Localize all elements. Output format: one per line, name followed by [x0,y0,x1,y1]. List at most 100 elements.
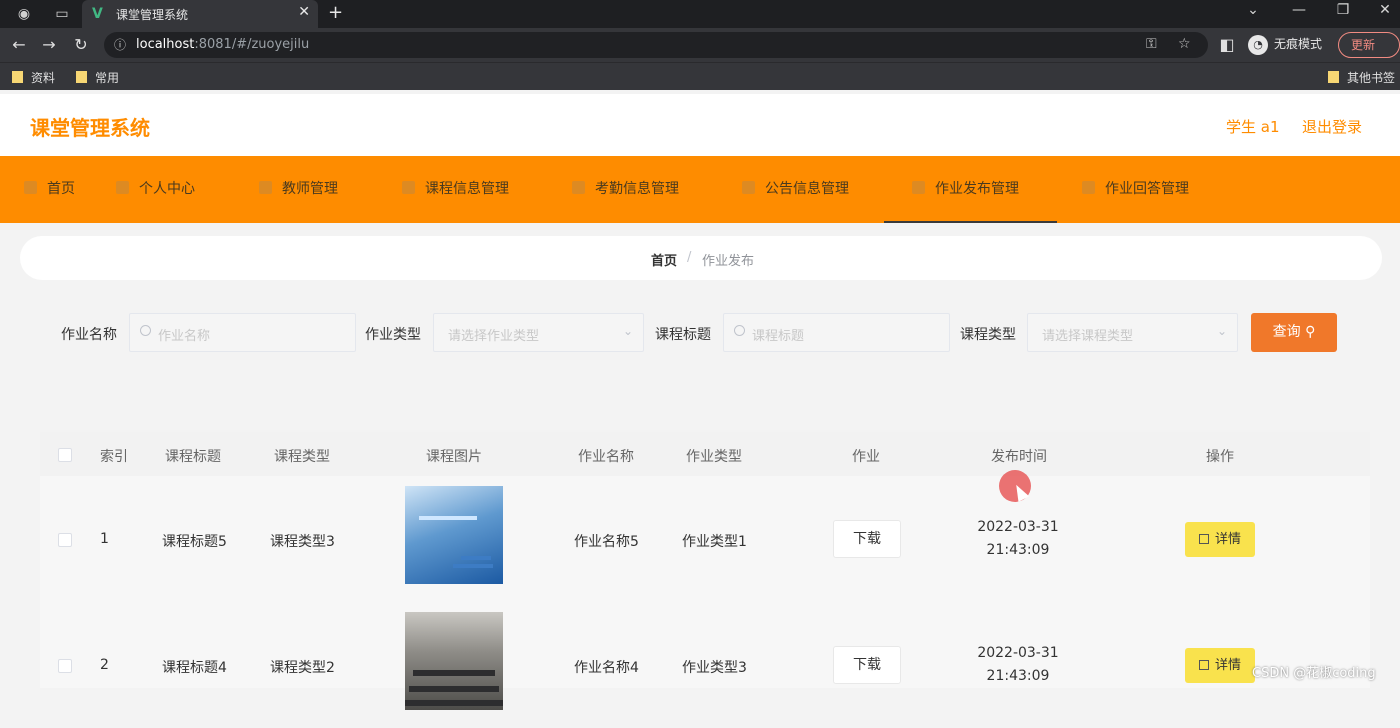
chevron-down-icon: ⌄ [1216,324,1227,338]
reload-icon[interactable]: ↻ [70,34,92,56]
row-checkbox[interactable] [58,533,72,547]
logout-link[interactable]: 退出登录 [1302,116,1362,137]
col-course-type: 课程类型 [274,449,330,465]
cell-homework-name: 作业名称4 [574,660,639,676]
select-all-checkbox[interactable] [58,448,72,462]
menu-item-notices[interactable]: 公告信息管理 [742,156,849,223]
close-tab-icon[interactable]: ✕ [298,4,310,20]
chevron-down-icon: ⌄ [622,324,633,338]
globe-icon[interactable]: ◉ [14,4,34,24]
breadcrumb-home[interactable]: 首页 [651,250,677,269]
cell-course-type: 课程类型3 [270,534,335,550]
cell-publish-time: 2022-03-31 21:43:09 [977,519,1059,558]
col-homework: 作业 [852,449,880,465]
course-title-label: 课程标题 [655,327,711,343]
cell-homework-type: 作业类型3 [682,660,747,676]
other-bookmarks[interactable]: 其他书签 [1328,69,1395,86]
image-stairs [453,564,493,568]
app-header: 课堂管理系统 学生 a1 退出登录 [0,94,1400,156]
url-text: localhost:8081/#/zuoyejilu [136,37,310,52]
breadcrumb-separator: / [687,250,692,265]
course-title-input[interactable]: 课程标题 [723,313,950,352]
answer-icon [1082,181,1095,194]
forward-icon[interactable]: → [38,34,60,56]
star-icon[interactable]: ☆ [1178,36,1191,52]
col-homework-name: 作业名称 [578,449,634,465]
back-icon[interactable]: ← [8,34,30,56]
download-button[interactable]: 下载 [833,646,901,684]
menu-item-courses[interactable]: 课程信息管理 [402,156,509,223]
menu-item-homework-publish[interactable]: 作业发布管理 [884,156,1057,223]
course-type-label: 课程类型 [960,327,1016,343]
cell-index: 1 [100,531,109,547]
restore-icon[interactable]: ❐ [1328,2,1358,18]
homework-name-label: 作业名称 [61,327,117,343]
new-tab-icon[interactable]: + [328,2,343,23]
course-image [405,612,503,710]
image-desks [413,670,495,676]
menu-item-home[interactable]: 首页 [24,156,75,223]
folder-icon [76,71,87,83]
breadcrumb: 首页 / 作业发布 [20,236,1382,280]
close-window-icon[interactable]: ✕ [1370,2,1400,18]
cell-course-title: 课程标题5 [162,534,227,550]
search-icon: ⚲ [1305,324,1316,340]
folder-icon [12,71,23,83]
course-icon [402,181,415,194]
bookmarks-bar: 资料 常用 其他书签 [0,62,1400,90]
download-button[interactable]: 下载 [833,520,901,558]
side-panel-icon[interactable]: ◧ [1216,34,1238,56]
teacher-icon [259,181,272,194]
notice-icon [742,181,755,194]
main-menu: 首页 个人中心 教师管理 课程信息管理 考勤信息管理 公告信息管理 作业发布管理… [0,156,1400,223]
cell-course-type: 课程类型2 [270,660,335,676]
breadcrumb-current: 作业发布 [702,254,755,269]
browser-tab-title: 课堂管理系统 [116,8,189,22]
cell-index: 2 [100,657,109,673]
col-homework-type: 作业类型 [686,449,742,465]
search-icon [140,325,151,336]
menu-item-attendance[interactable]: 考勤信息管理 [572,156,679,223]
address-bar[interactable]: ⓘ localhost:8081/#/zuoyejilu ⚿ ☆ [104,32,1208,58]
current-user: 学生 a1 [1226,118,1280,136]
homework-name-input[interactable]: 作业名称 [129,313,356,352]
menu-item-profile[interactable]: 个人中心 [116,156,195,223]
minimize-icon[interactable]: — [1284,2,1314,18]
table-header: 索引 课程标题 课程类型 课程图片 作业名称 作业类型 作业 发布时间 操作 [40,432,1370,476]
course-image [405,486,503,584]
image-desks [405,700,503,706]
menu-item-teachers[interactable]: 教师管理 [259,156,338,223]
vue-favicon-icon: V [92,6,103,22]
cell-homework-type: 作业类型1 [682,534,747,550]
tab-search-icon[interactable]: ⌄ [1238,2,1268,18]
homework-table: 索引 课程标题 课程类型 课程图片 作业名称 作业类型 作业 发布时间 操作 1… [40,432,1370,710]
document-icon [1198,660,1209,670]
attendance-icon [572,181,585,194]
tab-overview-icon[interactable]: ▭ [52,4,72,24]
bookmark-folder[interactable]: 资料 [12,69,55,86]
browser-tab[interactable]: V 课堂管理系统 ✕ [82,0,318,28]
key-icon[interactable]: ⚿ [1146,36,1157,52]
cell-course-title: 课程标题4 [162,660,227,676]
incognito-indicator[interactable]: ◔ 无痕模式 [1248,33,1322,55]
homework-type-select[interactable]: 请选择作业类型 ⌄ [433,313,644,352]
update-button[interactable]: 更新⋮ [1338,32,1400,76]
app-title: 课堂管理系统 [30,116,150,140]
col-course-title: 课程标题 [165,449,221,465]
document-icon [1198,534,1209,544]
detail-button[interactable]: 详情 [1185,522,1255,557]
homework-icon [912,181,925,194]
user-icon [116,181,129,194]
query-button[interactable]: 查询 ⚲ [1251,313,1337,352]
course-type-select[interactable]: 请选择课程类型 ⌄ [1027,313,1238,352]
watermark: CSDN @花椒coding [1252,666,1376,681]
table-row: 2 课程标题4 课程类型2 作业名称4 作业类型3 下载 2022-03-31 … [40,602,1370,728]
detail-button[interactable]: 详情 [1185,648,1255,683]
row-checkbox[interactable] [58,659,72,673]
bookmark-folder[interactable]: 常用 [76,69,119,86]
incognito-icon: ◔ [1248,34,1268,55]
col-actions: 操作 [1206,449,1234,465]
site-info-icon[interactable]: ⓘ [114,36,126,53]
browser-tab-bar: ◉ ▭ V 课堂管理系统 ✕ + ⌄ — ❐ ✕ [0,0,1400,28]
menu-item-homework-answers[interactable]: 作业回答管理 [1082,156,1189,223]
